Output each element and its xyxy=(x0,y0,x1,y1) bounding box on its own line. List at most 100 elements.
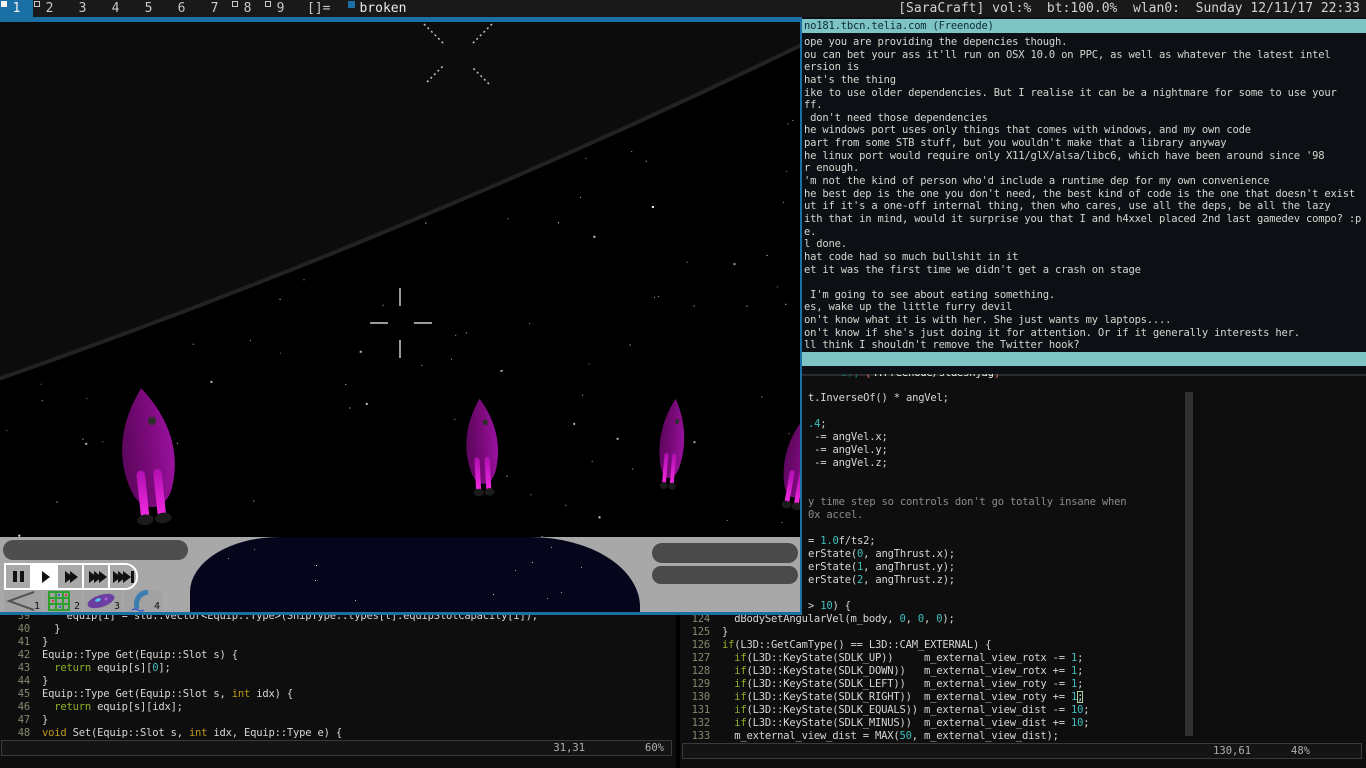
tag-label: 1 xyxy=(13,1,21,16)
code-line xyxy=(808,483,1126,496)
line-number: 132 xyxy=(684,717,710,730)
space-scene[interactable] xyxy=(0,22,800,542)
window-title: broken xyxy=(359,0,406,17)
comms-message-bar xyxy=(3,540,188,560)
code-line xyxy=(808,470,1126,483)
irc-window[interactable]: no181.tbcn.telia.com (Freenode) ope you … xyxy=(802,17,1366,374)
tag-2[interactable]: 2 xyxy=(33,0,66,17)
irc-line: ersion is xyxy=(804,61,1364,74)
line-number: 125 xyxy=(684,626,710,639)
code-line: 42Equip::Type Get(Equip::Slot s) { xyxy=(8,649,538,662)
code-line: 127 if(L3D::KeyState(SDLK_UP)) m_externa… xyxy=(684,652,1089,665)
speed4-button[interactable] xyxy=(110,565,136,588)
play-button[interactable] xyxy=(32,565,58,588)
hud-icon-label: 4 xyxy=(154,602,160,612)
cursor-position: 130,61 xyxy=(1213,745,1251,757)
code-line: 132 if(L3D::KeyState(SDLK_MINUS)) m_exte… xyxy=(684,717,1089,730)
code-line: 47} xyxy=(8,714,538,727)
irc-line: hat's the thing xyxy=(804,74,1364,87)
hud-gauge-pill xyxy=(652,566,798,584)
code-line: = 1.0f/ts2; xyxy=(808,535,1126,548)
ship-info-button[interactable]: 3 xyxy=(84,590,122,612)
code-line xyxy=(808,587,1126,600)
hud-icon-label: 2 xyxy=(74,602,80,612)
pause-button[interactable] xyxy=(6,565,32,588)
layout-symbol[interactable]: []= xyxy=(297,1,340,16)
irc-line: don't need those dependencies xyxy=(804,112,1364,125)
code-line: -= angVel.x; xyxy=(808,431,1126,444)
vim-right-code: 124 dBodySetAngularVel(m_body, 0, 0, 0);… xyxy=(684,613,1089,743)
irc-line: 'm not the kind of person who'd include … xyxy=(804,175,1364,188)
comms-button[interactable]: 4 xyxy=(124,590,162,612)
game-window[interactable]: 1 2 3 4 xyxy=(0,17,802,615)
speed3-button[interactable] xyxy=(84,565,110,588)
hud-icon-label: 1 xyxy=(34,602,40,612)
code-line: 130 if(L3D::KeyState(SDLK_RIGHT)) m_exte… xyxy=(684,691,1089,704)
irc-line: hat code had so much bullshit in it xyxy=(804,251,1364,264)
scanner-blip xyxy=(581,567,582,568)
split-scrollbar[interactable] xyxy=(1185,392,1193,736)
tag-4[interactable]: 4 xyxy=(99,0,132,17)
irc-line: l done. xyxy=(804,238,1364,251)
line-number: 126 xyxy=(684,639,710,652)
vim-cursor: ; xyxy=(1077,691,1083,703)
irc-chat-area: ope you are providing the depencies thou… xyxy=(804,36,1364,352)
irc-status-bar: i)] [4:Freenode/slaeshjag] xyxy=(802,352,1366,366)
scanner-blip xyxy=(493,594,494,595)
tag-1[interactable]: 1 xyxy=(0,0,33,17)
time-controls xyxy=(4,563,138,590)
line-number: 133 xyxy=(684,730,710,743)
tag-5[interactable]: 5 xyxy=(132,0,165,17)
hud-panel: 1 2 3 4 xyxy=(0,537,800,612)
line-number: 44 xyxy=(8,675,30,688)
scanner-mode-button[interactable]: 1 xyxy=(4,590,42,612)
code-line: 45Equip::Type Get(Equip::Slot s, int idx… xyxy=(8,688,538,701)
screen: 123456789 []= broken [SaraCraft] vol:% b… xyxy=(0,0,1366,768)
scanner-blip xyxy=(547,598,548,599)
code-line xyxy=(808,405,1126,418)
tag-indicator-icon xyxy=(232,1,238,7)
code-line: 131 if(L3D::KeyState(SDLK_EQUALS)) m_ext… xyxy=(684,704,1089,717)
tag-label: 7 xyxy=(211,1,219,16)
code-line: -= angVel.y; xyxy=(808,444,1126,457)
line-number: 131 xyxy=(684,704,710,717)
tag-label: 6 xyxy=(178,1,186,16)
line-number: 43 xyxy=(8,662,30,675)
code-line: 44} xyxy=(8,675,538,688)
hud-icon-row: 1 2 3 4 xyxy=(4,590,162,612)
irc-line: ll think I shouldn't remove the Twitter … xyxy=(804,339,1364,352)
top-bar: 123456789 []= broken [SaraCraft] vol:% b… xyxy=(0,0,1366,17)
line-number: 128 xyxy=(684,665,710,678)
scanner-display[interactable] xyxy=(190,537,640,612)
irc-input-line[interactable] xyxy=(802,366,1366,374)
code-line: 40 } xyxy=(8,623,538,636)
irc-topic-bar: no181.tbcn.telia.com (Freenode) xyxy=(802,19,1366,33)
tag-label: 8 xyxy=(244,1,252,16)
scanner-blip xyxy=(532,562,533,563)
irc-line: r enough. xyxy=(804,162,1364,175)
hud-gauge-pill xyxy=(652,543,798,563)
tag-8[interactable]: 8 xyxy=(231,0,264,17)
irc-line: ut if it's a one-off internal thing, the… xyxy=(804,200,1364,213)
tag-label: 3 xyxy=(79,1,87,16)
scanner-blip xyxy=(551,547,552,548)
tag-6[interactable]: 6 xyxy=(165,0,198,17)
irc-line xyxy=(804,276,1364,289)
tag-7[interactable]: 7 xyxy=(198,0,231,17)
vim-right-clipped-code: t.InverseOf() * angVel;.4; -= angVel.x; … xyxy=(808,392,1126,613)
irc-line: on't know what it is with her. She just … xyxy=(804,314,1364,327)
line-number: 127 xyxy=(684,652,710,665)
tag-label: 4 xyxy=(112,1,120,16)
code-line: 46 return equip[s][idx]; xyxy=(8,701,538,714)
irc-line: part from some STB stuff, but you wouldn… xyxy=(804,137,1364,150)
line-number: 130 xyxy=(684,691,710,704)
tag-label: 2 xyxy=(46,1,54,16)
equipment-button[interactable]: 2 xyxy=(44,590,82,612)
tag-9[interactable]: 9 xyxy=(264,0,297,17)
tag-indicator-icon xyxy=(1,1,7,7)
code-line: y time step so controls don't go totally… xyxy=(808,496,1126,509)
hud-icon-label: 3 xyxy=(114,602,120,612)
tag-3[interactable]: 3 xyxy=(66,0,99,17)
code-line: 129 if(L3D::KeyState(SDLK_LEFT)) m_exter… xyxy=(684,678,1089,691)
speed2-button[interactable] xyxy=(58,565,84,588)
